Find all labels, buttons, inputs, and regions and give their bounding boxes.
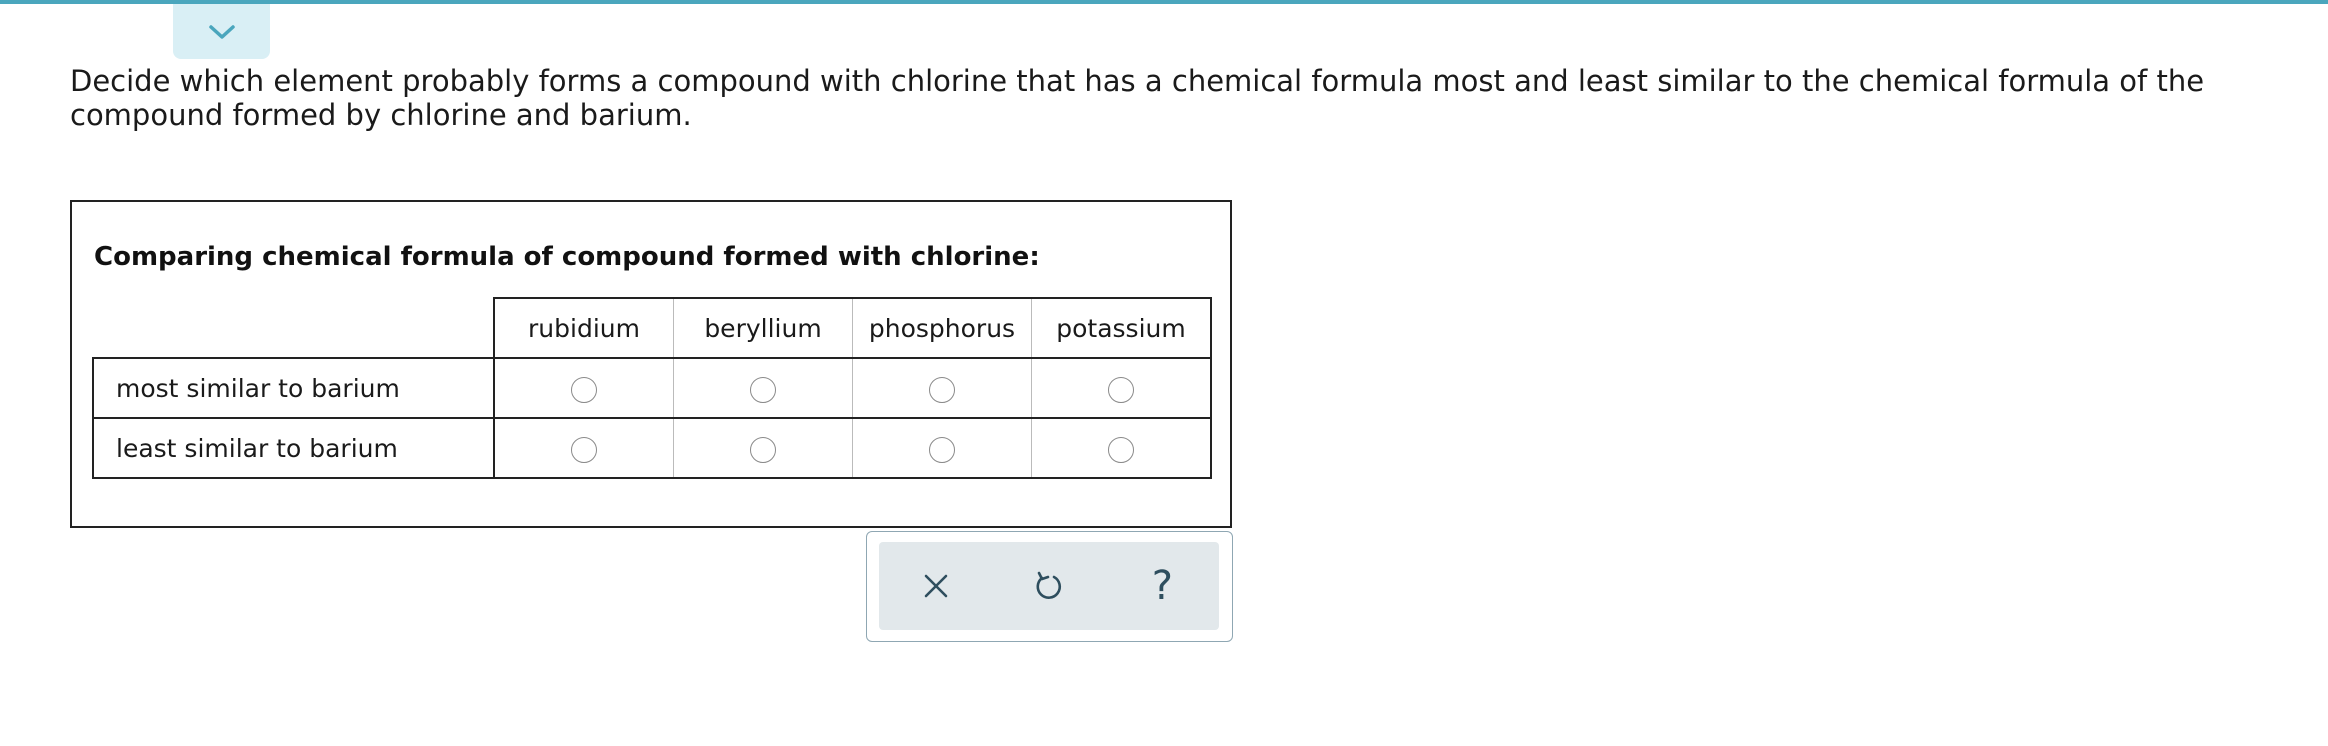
toolbar-buttons: ? [879, 542, 1219, 630]
matrix-cell [1031, 417, 1212, 479]
radio-most-potassium[interactable] [1108, 376, 1134, 403]
radio-most-rubidium[interactable] [571, 376, 597, 403]
radio-least-beryllium[interactable] [750, 436, 776, 463]
radio-most-beryllium[interactable] [750, 376, 776, 403]
matrix-cell [852, 357, 1032, 419]
table-row: most similar to barium [92, 357, 1212, 419]
matrix-cell [673, 417, 853, 479]
help-icon: ? [1151, 563, 1173, 609]
matrix-cell [493, 357, 674, 419]
matrix-cell [1031, 357, 1212, 419]
undo-icon [1036, 571, 1061, 599]
top-accent-rule [0, 0, 2328, 4]
answer-toolbar: ? [866, 531, 1233, 642]
answer-panel: Comparing chemical formula of compound f… [70, 200, 1232, 528]
column-header: potassium [1031, 297, 1212, 358]
row-label: most similar to barium [92, 357, 495, 419]
header-row: rubidium beryllium phosphorus potassium [93, 297, 1212, 358]
column-header: rubidium [493, 297, 674, 358]
matrix-cell [673, 357, 853, 419]
collapse-toggle[interactable] [173, 4, 270, 59]
undo-button[interactable] [1014, 551, 1084, 621]
radio-least-rubidium[interactable] [571, 436, 597, 463]
question-prompt: Decide which element probably forms a co… [70, 64, 2205, 132]
column-header: phosphorus [852, 297, 1032, 358]
radio-least-potassium[interactable] [1108, 436, 1134, 463]
matrix-cell [852, 417, 1032, 479]
matrix-cell [493, 417, 674, 479]
row-label: least similar to barium [92, 417, 495, 479]
radio-least-phosphorus[interactable] [929, 436, 955, 463]
help-button[interactable]: ? [1127, 551, 1197, 621]
chevron-down-icon [208, 24, 235, 39]
panel-title: Comparing chemical formula of compound f… [94, 242, 1040, 272]
radio-most-phosphorus[interactable] [929, 376, 955, 403]
answer-matrix: rubidium beryllium phosphorus potassium … [92, 297, 1212, 479]
corner-cell [93, 298, 494, 358]
close-icon [924, 574, 947, 598]
clear-button[interactable] [901, 551, 971, 621]
column-header: beryllium [673, 297, 853, 358]
table-row: least similar to barium [92, 417, 1212, 479]
